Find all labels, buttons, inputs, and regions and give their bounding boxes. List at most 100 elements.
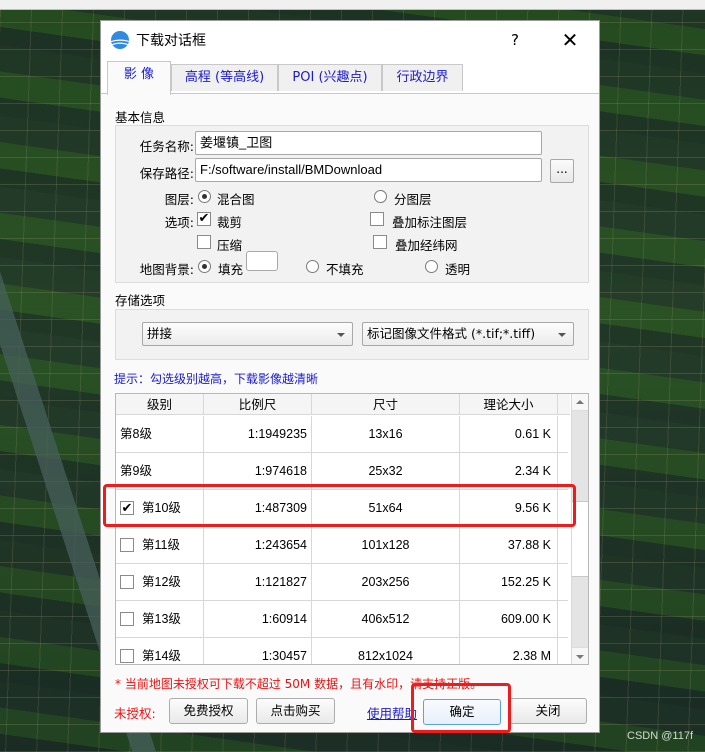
level-checkbox[interactable] [120, 538, 134, 552]
chevron-down-icon [558, 333, 566, 337]
watermark: CSDN @117f [627, 730, 693, 742]
est-size-cell: 2.34 K [460, 453, 558, 490]
close-icon[interactable]: ✕ [555, 27, 585, 53]
compress-checkbox[interactable] [197, 235, 211, 249]
size-cell: 406x512 [312, 601, 460, 638]
table-scrollbar[interactable] [571, 394, 588, 664]
header-est-size[interactable]: 理论大小 [460, 394, 558, 415]
tab-admin-boundary[interactable]: 行政边界 [382, 64, 463, 91]
storage-group: 拼接 标记图像文件格式 (*.tif;*.tiff) [115, 309, 589, 360]
license-warning: * 当前地图未授权可下载不超过 50M 数据，且有水印，请支持正版。 [115, 677, 483, 691]
est-size-cell: 2.38 M [460, 638, 558, 664]
scroll-thumb[interactable] [572, 501, 588, 577]
transparent-label: 透明 [445, 262, 471, 277]
table-row[interactable]: 第14级 1:30457 812x1024 2.38 M [116, 638, 568, 664]
radio-fill[interactable] [198, 260, 211, 273]
download-dialog: 下载对话框 ? ✕ 影 像 高程 (等高线) POI (兴趣点) 行政边界 基本… [100, 20, 600, 733]
save-path-input[interactable]: F:/software/install/BMDownload [195, 158, 542, 182]
crop-label: 裁剪 [217, 215, 243, 230]
app-logo-icon [110, 30, 130, 50]
save-path-label: 保存路径: [139, 166, 194, 181]
buy-button[interactable]: 点击购买 [256, 698, 335, 724]
basic-info-title: 基本信息 [115, 110, 166, 125]
header-size[interactable]: 尺寸 [312, 394, 460, 415]
tab-poi[interactable]: POI (兴趣点) [278, 64, 382, 91]
table-row[interactable]: 第8级 1:1949235 13x16 0.61 K [116, 416, 568, 453]
close-button[interactable]: 关闭 [509, 698, 587, 724]
fill-color-picker[interactable] [246, 251, 278, 271]
table-row[interactable]: 第11级 1:243654 101x128 37.88 K [116, 527, 568, 564]
levels-table: 级别 比例尺 尺寸 理论大小 第8级 1:1949235 13x16 0.61 … [115, 393, 589, 665]
help-button[interactable]: ? [503, 29, 527, 51]
level-cell: 第13级 [116, 601, 204, 638]
level-checkbox[interactable]: ✔ [120, 501, 134, 515]
task-name-input[interactable]: 姜堰镇_卫图 [195, 131, 542, 155]
tab-imagery[interactable]: 影 像 [107, 61, 171, 95]
scale-cell: 1:487309 [204, 490, 312, 527]
radio-separate-layers[interactable] [374, 190, 387, 203]
mixed-layer-label: 混合图 [217, 192, 255, 207]
scroll-track[interactable] [572, 411, 588, 501]
hint-text: 提示：勾选级别越高，下载影像越清晰 [114, 372, 319, 386]
level-label: 第10级 [142, 501, 181, 515]
options-label: 选项: [164, 215, 194, 230]
level-cell: 第9级 [116, 453, 204, 490]
browse-button[interactable]: ... [550, 159, 574, 183]
table-row[interactable]: 第13级 1:60914 406x512 609.00 K [116, 601, 568, 638]
size-cell: 203x256 [312, 564, 460, 601]
fill-label: 填充 [218, 262, 244, 277]
level-cell: 第8级 [116, 416, 204, 453]
size-cell: 812x1024 [312, 638, 460, 664]
table-row[interactable]: 第12级 1:121827 203x256 152.25 K [116, 564, 568, 601]
level-cell: ✔ 第10级 [116, 490, 204, 527]
ok-button[interactable]: 确定 [423, 699, 501, 725]
est-size-cell: 0.61 K [460, 416, 558, 453]
est-size-cell: 609.00 K [460, 601, 558, 638]
size-cell: 13x16 [312, 416, 460, 453]
scroll-up-icon[interactable] [572, 394, 588, 411]
overlay-grid-label: 叠加经纬网 [395, 238, 458, 253]
scroll-track[interactable] [572, 577, 588, 647]
storage-title: 存储选项 [115, 293, 166, 308]
est-size-cell: 37.88 K [460, 527, 558, 564]
scale-cell: 1:974618 [204, 453, 312, 490]
table-row[interactable]: ✔ 第10级 1:487309 51x64 9.56 K [116, 490, 568, 527]
help-link[interactable]: 使用帮助 [367, 703, 417, 722]
compress-label: 压缩 [217, 238, 243, 253]
header-scale[interactable]: 比例尺 [204, 394, 312, 415]
table-header: 级别 比例尺 尺寸 理论大小 [116, 394, 570, 415]
separate-layers-label: 分图层 [394, 192, 432, 207]
level-checkbox[interactable] [120, 649, 134, 663]
overlay-labels-label: 叠加标注图层 [392, 215, 468, 230]
layer-label: 图层: [164, 192, 194, 207]
chevron-down-icon [337, 333, 345, 337]
task-name-label: 任务名称: [139, 139, 194, 154]
scale-cell: 1:60914 [204, 601, 312, 638]
free-license-button[interactable]: 免费授权 [169, 698, 248, 724]
header-level[interactable]: 级别 [116, 394, 204, 415]
unauthorized-label: 未授权: [114, 706, 156, 721]
overlay-grid-checkbox[interactable] [373, 235, 387, 249]
table-row[interactable]: 第9级 1:974618 25x32 2.34 K [116, 453, 568, 490]
scale-cell: 1:30457 [204, 638, 312, 664]
radio-no-fill[interactable] [306, 260, 319, 273]
mode-select[interactable]: 拼接 [142, 322, 353, 346]
scale-cell: 1:121827 [204, 564, 312, 601]
level-label: 第11级 [142, 538, 180, 552]
background-window-strip [0, 0, 705, 10]
tab-elevation[interactable]: 高程 (等高线) [171, 64, 278, 91]
level-checkbox[interactable] [120, 575, 134, 589]
overlay-labels-checkbox[interactable] [370, 212, 384, 226]
crop-checkbox[interactable]: ✔ [197, 212, 211, 226]
title-bar[interactable]: 下载对话框 ? ✕ [101, 21, 599, 59]
scroll-down-icon[interactable] [572, 647, 588, 664]
radio-mixed-layer[interactable] [198, 190, 211, 203]
level-cell: 第11级 [116, 527, 204, 564]
format-select-value: 标记图像文件格式 (*.tif;*.tiff) [367, 326, 536, 341]
format-select[interactable]: 标记图像文件格式 (*.tif;*.tiff) [362, 322, 574, 346]
basic-info-group: 任务名称: 姜堰镇_卫图 保存路径: F:/software/install/B… [115, 125, 589, 283]
no-fill-label: 不填充 [326, 262, 364, 277]
scale-cell: 1:1949235 [204, 416, 312, 453]
radio-transparent[interactable] [425, 260, 438, 273]
level-checkbox[interactable] [120, 612, 134, 626]
